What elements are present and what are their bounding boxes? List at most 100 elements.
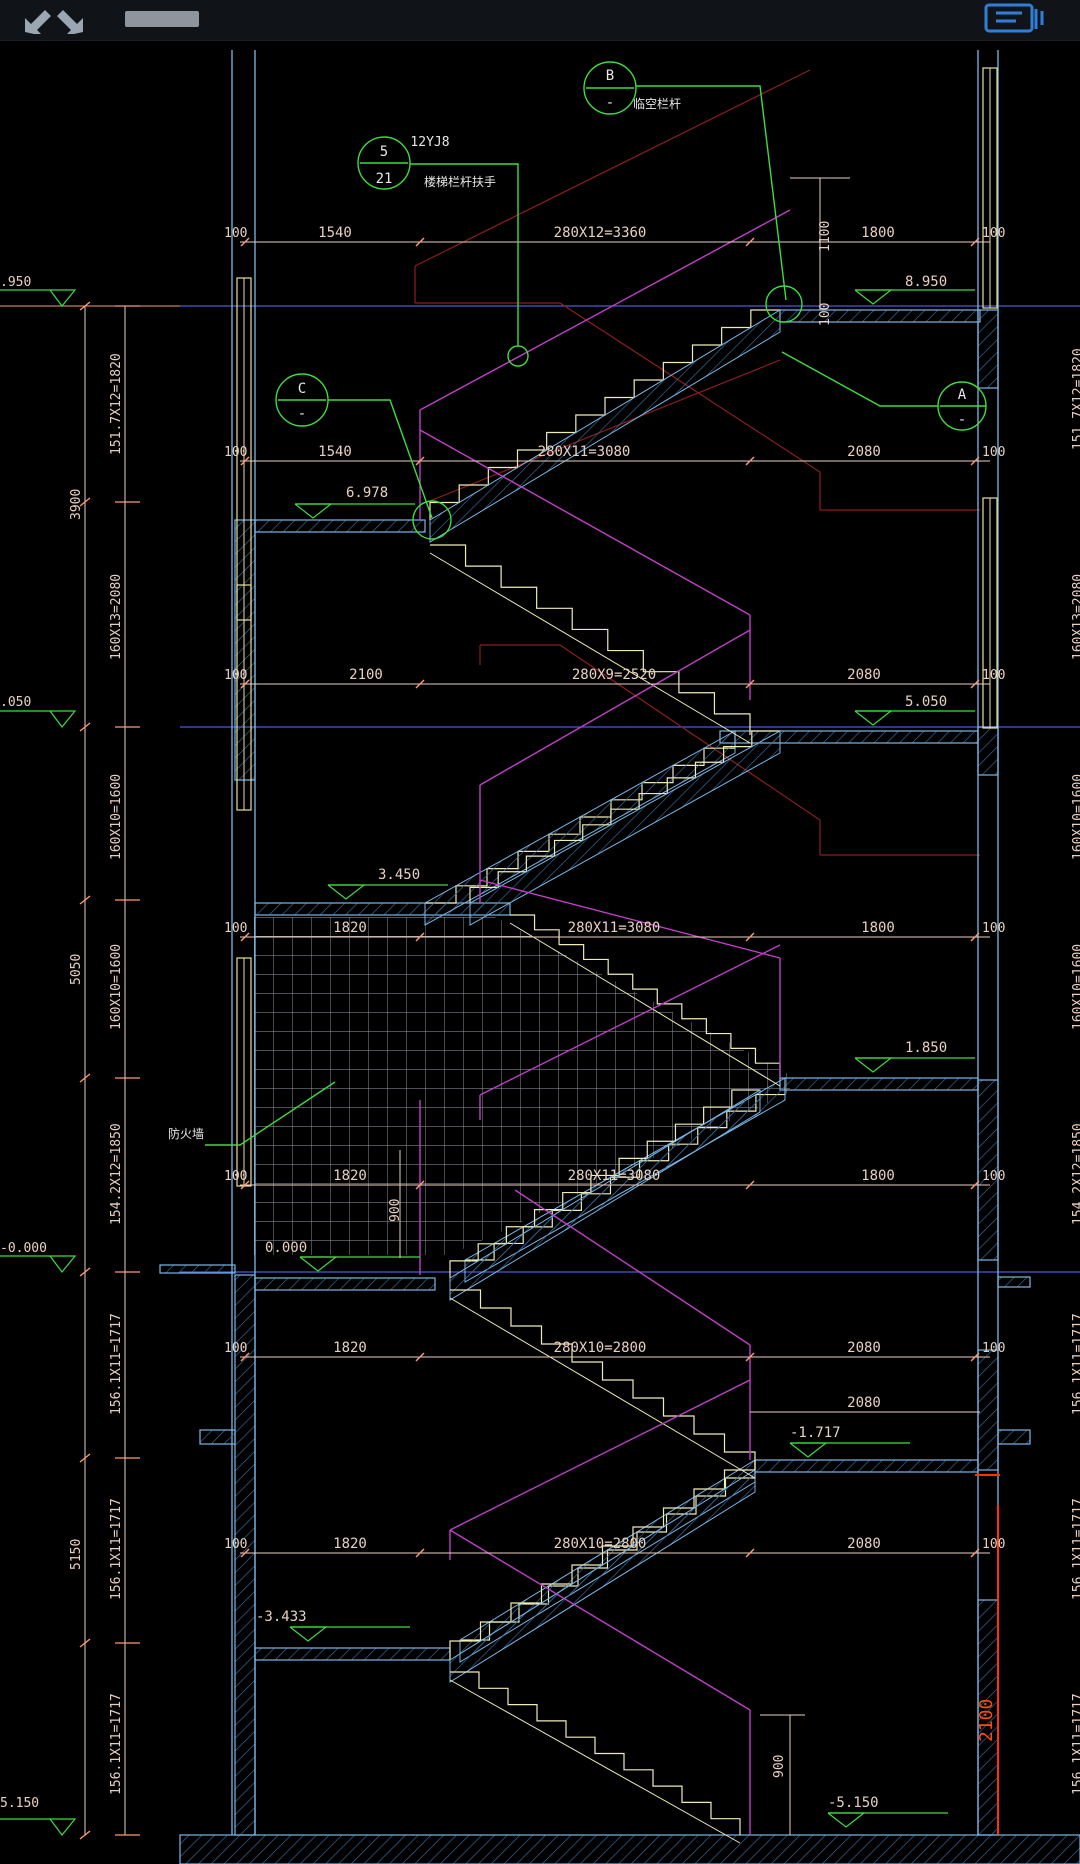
desc-3	[450, 1289, 756, 1470]
right-edge-dims: 151.7X12=1820 160X13=2080 160X10=1600 16…	[1071, 348, 1080, 1795]
inner-dim-6: 156.1X11=1717	[109, 1313, 124, 1415]
hdim-1-right: 1800	[861, 225, 895, 241]
left-wall-2	[234, 1274, 256, 1836]
landing-m1717	[754, 1459, 979, 1473]
landing-m3433	[254, 1647, 451, 1661]
dim-100-r4: 100	[982, 921, 1005, 936]
ground-left	[159, 1264, 236, 1274]
ground-slab	[179, 1834, 1080, 1864]
left-level-tri-3	[49, 1818, 77, 1836]
left-wall-1	[234, 519, 256, 781]
left-vertical-dims: 3900 5050 5150	[69, 489, 84, 1570]
hdim-5-left: 1820	[333, 1168, 367, 1184]
hdim-3-mid: 280X9=2520	[572, 667, 656, 683]
callout-b-text: 临空栏杆	[633, 96, 681, 111]
inner-dim-1: 151.7X12=1820	[109, 353, 124, 455]
level-tri-4	[854, 1057, 893, 1073]
inner-vertical-dims: 151.7X12=1820 160X13=2080 160X10=1600 16…	[109, 353, 124, 1795]
inner-dim-7: 156.1X11=1717	[109, 1498, 124, 1600]
level-5050: 5.050	[905, 694, 947, 710]
level-m3433: -3.433	[256, 1609, 307, 1625]
dim-100-r7: 100	[982, 1537, 1005, 1552]
hdim-6-right: 2080	[847, 1340, 881, 1356]
inner-dim-2: 160X13=2080	[109, 574, 124, 660]
highlight-dim: 2100	[976, 1699, 997, 1742]
flight-2-under-slab	[424, 730, 736, 926]
desc-1-string	[429, 552, 751, 744]
dim-100-r1: 100	[982, 226, 1005, 241]
title-placeholder-bar	[124, 2, 200, 36]
callout-a-top: A	[958, 387, 967, 403]
dim-100-l7: 100	[224, 1537, 247, 1552]
dim-100-r5: 100	[982, 1169, 1005, 1184]
callout-5-bottom: 21	[376, 171, 393, 187]
callout-5-top: 5	[380, 144, 388, 160]
level-3450: 3.450	[378, 867, 420, 883]
dim-100-l6: 100	[224, 1341, 247, 1356]
hdim-5-right: 1800	[861, 1168, 895, 1184]
dim-100-vert: 100	[818, 303, 833, 326]
callout-b-bottom: -	[606, 95, 614, 111]
left-level-4: 5.150	[0, 1796, 39, 1811]
fire-wall-grid	[254, 917, 790, 1255]
level-tri-0	[854, 289, 893, 305]
hdim-6-left: 1820	[333, 1340, 367, 1356]
callout-c-bottom: -	[298, 406, 306, 422]
left-level-3: -0.000	[0, 1241, 47, 1256]
left-level-tri-2	[49, 1255, 77, 1273]
left-level-tri-1	[49, 710, 77, 728]
level-tri-2	[854, 710, 893, 726]
right-dim-4: 160X10=1600	[1071, 944, 1080, 1030]
hdim-3-right: 2080	[847, 667, 881, 683]
flight-3-slab	[469, 730, 781, 926]
left-level-2: .050	[0, 695, 31, 710]
level-tri-1	[294, 503, 333, 519]
desc-1	[430, 544, 751, 735]
hdim-1-mid: 280X12=3360	[554, 225, 647, 241]
hdim-6-mid: 280X10=2800	[554, 1340, 647, 1356]
right-dim-2: 160X13=2080	[1071, 574, 1080, 660]
hdim-4-left: 1820	[333, 920, 367, 936]
level-tri-7	[289, 1626, 328, 1642]
dim-100-l2: 100	[224, 445, 247, 460]
desc-3-string	[449, 1297, 756, 1479]
callout-c-top: C	[298, 381, 306, 397]
callout-5-code: 12YJ8	[410, 135, 449, 150]
desc-4-string	[449, 1679, 741, 1844]
layers-panel-icon[interactable]	[980, 2, 1050, 36]
callout-5-text: 楼梯栏杆扶手	[424, 174, 496, 189]
inner-dim-5: 154.2X12=1850	[109, 1123, 124, 1225]
firewall-label: 防火墙	[168, 1126, 204, 1141]
collapse-arrows-icon[interactable]	[16, 2, 92, 36]
level-tri-8	[827, 1812, 866, 1828]
dim-100-l3: 100	[224, 668, 247, 683]
hdim-5-mid: 280X11=3080	[568, 1168, 661, 1184]
dim-100-r6: 100	[982, 1341, 1005, 1356]
inner-dim-4: 160X10=1600	[109, 944, 124, 1030]
flight-1-slab	[429, 309, 781, 543]
level-0000: 0.000	[265, 1240, 307, 1256]
dim-5050: 5050	[69, 954, 84, 985]
dim-100-l5: 100	[224, 1169, 247, 1184]
inner-dim-8: 156.1X11=1717	[109, 1693, 124, 1795]
hdim-2-right: 2080	[847, 444, 881, 460]
dim-900-bottom: 900	[772, 1755, 787, 1778]
right-wall-1	[977, 309, 999, 389]
left-level-marks: .950 .050 -0.000 5.150	[0, 275, 47, 1811]
landing-8950	[779, 309, 981, 323]
dim-100-r3: 100	[982, 668, 1005, 683]
hdim-3-left: 2100	[349, 667, 383, 683]
cad-drawing[interactable]: 3900 5050 5150 151.7X12=1820 160X13=2080…	[0, 0, 1080, 1864]
level-m5150: -5.150	[828, 1795, 879, 1811]
left-level-1: .950	[0, 275, 31, 290]
hdim-extra-2080: 2080	[847, 1395, 881, 1411]
toolbar	[0, 0, 1080, 41]
diagonal-10	[514, 1189, 751, 1346]
dim-1100: 1100	[818, 221, 833, 252]
right-dim-7: 156.1X11=1717	[1071, 1498, 1080, 1600]
callout-b-top: B	[606, 68, 614, 84]
right-dim-3: 160X10=1600	[1071, 774, 1080, 860]
level-8950: 8.950	[905, 274, 947, 290]
dim-5150: 5150	[69, 1539, 84, 1570]
landing-5050	[719, 730, 979, 744]
